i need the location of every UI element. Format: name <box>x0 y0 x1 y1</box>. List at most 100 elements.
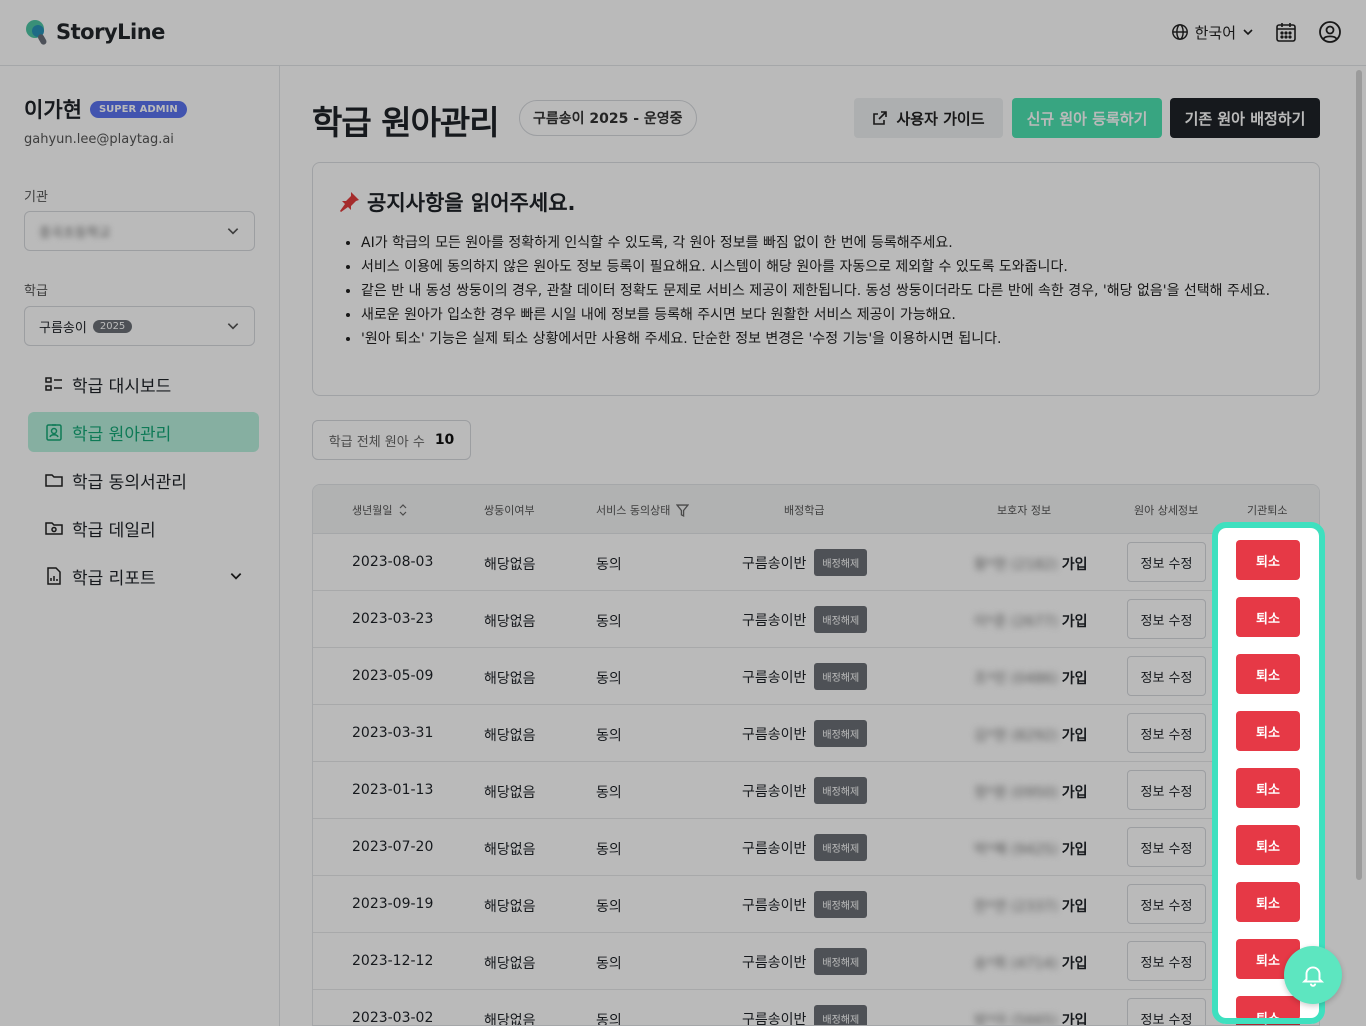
sidebar-item-dashboard[interactable]: 학급 대시보드 <box>28 364 259 404</box>
cell-consent: 동의 <box>596 557 622 573</box>
cell-dob: 2023-05-09 <box>352 668 434 684</box>
unassign-button[interactable]: 배정해제 <box>814 663 868 690</box>
notice-list: AI가 학급의 모든 원아를 정확하게 인식할 수 있도록, 각 원아 정보를 … <box>337 231 1295 351</box>
user-circle-icon <box>1319 21 1341 43</box>
app-name: StoryLine <box>56 20 165 44</box>
table-row: 2023-05-09 해당없음 동의 구름송이반 배정해제 조*민 (0486) 가입 정보 … <box>313 648 1319 705</box>
class-value: 구름송이 <box>39 320 87 336</box>
table-row: 2023-07-20 해당없음 동의 구름송이반 배정해제 박*혜 (9425) 가입 정보 … <box>313 819 1319 876</box>
user-name: 이가현 <box>24 98 82 122</box>
sidebar-item-label: 학급 리포트 <box>72 568 156 589</box>
cell-parent: 정*원 (0950) 가입 <box>974 782 1088 802</box>
class-select[interactable]: 구름송이 2025 <box>24 306 255 346</box>
notice-title: 공지사항을 읽어주세요. <box>337 187 1295 217</box>
notice-item: AI가 학급의 모든 원아를 정확하게 인식할 수 있도록, 각 원아 정보를 … <box>361 231 1295 255</box>
parent-status: 가입 <box>1061 842 1088 858</box>
pushpin-icon <box>340 192 359 212</box>
cell-dob: 2023-12-12 <box>352 953 434 969</box>
parent-masked: 이*준 (2677) <box>974 614 1058 630</box>
external-link-icon <box>873 111 888 125</box>
cell-class: 구름송이반 배정해제 <box>742 606 868 633</box>
calendar-button[interactable] <box>1274 20 1298 44</box>
parent-masked: 황*현 (2182) <box>974 557 1058 573</box>
parent-status: 가입 <box>1061 614 1088 630</box>
unassign-button[interactable]: 배정해제 <box>814 606 868 633</box>
cell-dob: 2023-08-03 <box>352 554 434 570</box>
th-dob[interactable]: 생년월일 <box>352 502 408 518</box>
cell-dob: 2023-03-31 <box>352 725 434 741</box>
parent-status: 가입 <box>1061 728 1088 744</box>
register-new-student-button[interactable]: 신규 원아 등록하기 <box>1012 98 1162 138</box>
assign-existing-student-button[interactable]: 기존 원아 배정하기 <box>1170 98 1320 138</box>
table-body: 2023-08-03 해당없음 동의 구름송이반 배정해제 황*현 (2182) 가입 정보 … <box>313 534 1319 1026</box>
edit-info-button[interactable]: 정보 수정 <box>1127 599 1206 639</box>
cell-parent: 방*아 (5665) 가입 <box>974 1010 1088 1025</box>
cell-twin: 해당없음 <box>484 671 536 687</box>
cell-dob: 2023-03-23 <box>352 611 434 627</box>
edit-info-button[interactable]: 정보 수정 <box>1127 827 1206 867</box>
unassign-button[interactable]: 배정해제 <box>814 834 868 861</box>
cell-consent: 동의 <box>596 671 622 687</box>
cell-twin: 해당없음 <box>484 842 536 858</box>
student-table: 생년월일 쌍둥이여부 서비스 동의상태 배정학급 보호자 정보 원아 상세정보 … <box>312 484 1320 1026</box>
cell-consent: 동의 <box>596 1013 622 1026</box>
app-logo[interactable]: StoryLine <box>24 18 165 46</box>
edit-info-button[interactable]: 정보 수정 <box>1127 770 1206 810</box>
cell-class: 구름송이반 배정해제 <box>742 720 868 747</box>
unassign-button[interactable]: 배정해제 <box>814 549 868 576</box>
sidebar-item-label: 학급 대시보드 <box>72 376 172 397</box>
sidebar-item-label: 학급 데일리 <box>72 520 156 541</box>
page-scrollbar[interactable] <box>1356 70 1362 880</box>
sidebar-nav: 학급 대시보드 학급 원아관리 학급 동의서관리 학급 데일리 학급 리포트 <box>28 364 259 604</box>
folder-icon <box>45 474 63 487</box>
class-name: 구름송이반 <box>742 1011 807 1026</box>
class-label: 학급 <box>24 284 48 299</box>
edit-info-button[interactable]: 정보 수정 <box>1127 884 1206 924</box>
cell-twin: 해당없음 <box>484 1013 536 1026</box>
edit-info-button[interactable]: 정보 수정 <box>1127 656 1206 696</box>
filter-icon <box>676 503 690 517</box>
edit-info-button[interactable]: 정보 수정 <box>1127 542 1206 582</box>
class-name: 구름송이반 <box>742 840 807 857</box>
cell-class: 구름송이반 배정해제 <box>742 549 868 576</box>
org-select[interactable]: 중곡초등학교 <box>24 211 255 251</box>
sidebar-item-consents[interactable]: 학급 동의서관리 <box>28 460 259 500</box>
org-label: 기관 <box>24 190 48 205</box>
bell-icon <box>1301 966 1325 987</box>
chevron-down-icon <box>227 228 239 235</box>
edit-info-button[interactable]: 정보 수정 <box>1127 713 1206 753</box>
unassign-button[interactable]: 배정해제 <box>814 948 868 975</box>
edit-info-button[interactable]: 정보 수정 <box>1127 998 1206 1025</box>
unassign-button[interactable]: 배정해제 <box>814 1005 868 1025</box>
sidebar-item-students[interactable]: 학급 원아관리 <box>28 412 259 452</box>
sidebar-item-report[interactable]: 학급 리포트 <box>28 556 259 596</box>
class-name: 구름송이반 <box>742 783 807 800</box>
parent-masked: 송*희 (4714) <box>974 956 1058 972</box>
language-selector[interactable]: 한국어 <box>1171 22 1254 43</box>
user-guide-label: 사용자 가이드 <box>896 109 985 128</box>
id-badge-icon <box>46 424 62 441</box>
cell-class: 구름송이반 배정해제 <box>742 663 868 690</box>
notification-fab[interactable] <box>1284 946 1342 1004</box>
season-chip: 구름송이 2025 - 운영중 <box>519 100 697 136</box>
cell-parent: 박*혜 (9425) 가입 <box>974 839 1088 859</box>
calendar-icon <box>1276 23 1296 42</box>
th-consent[interactable]: 서비스 동의상태 <box>596 502 690 518</box>
sort-icon <box>400 504 407 516</box>
parent-status: 가입 <box>1061 956 1088 972</box>
chevron-down-icon <box>227 323 239 330</box>
list-check-icon <box>45 377 62 391</box>
unassign-button[interactable]: 배정해제 <box>814 720 868 747</box>
cell-parent: 이*준 (2677) 가입 <box>974 611 1088 631</box>
sidebar-item-daily[interactable]: 학급 데일리 <box>28 508 259 548</box>
edit-info-button[interactable]: 정보 수정 <box>1127 941 1206 981</box>
cell-dob: 2023-07-20 <box>352 839 434 855</box>
profile-button[interactable] <box>1318 20 1342 44</box>
chevron-down-icon <box>230 573 242 580</box>
cell-dob: 2023-09-19 <box>352 896 434 912</box>
user-guide-button[interactable]: 사용자 가이드 <box>854 98 1003 138</box>
unassign-button[interactable]: 배정해제 <box>814 891 868 918</box>
parent-masked: 조*민 (0486) <box>974 671 1058 687</box>
unassign-button[interactable]: 배정해제 <box>814 777 868 804</box>
cell-parent: 조*민 (0486) 가입 <box>974 668 1088 688</box>
